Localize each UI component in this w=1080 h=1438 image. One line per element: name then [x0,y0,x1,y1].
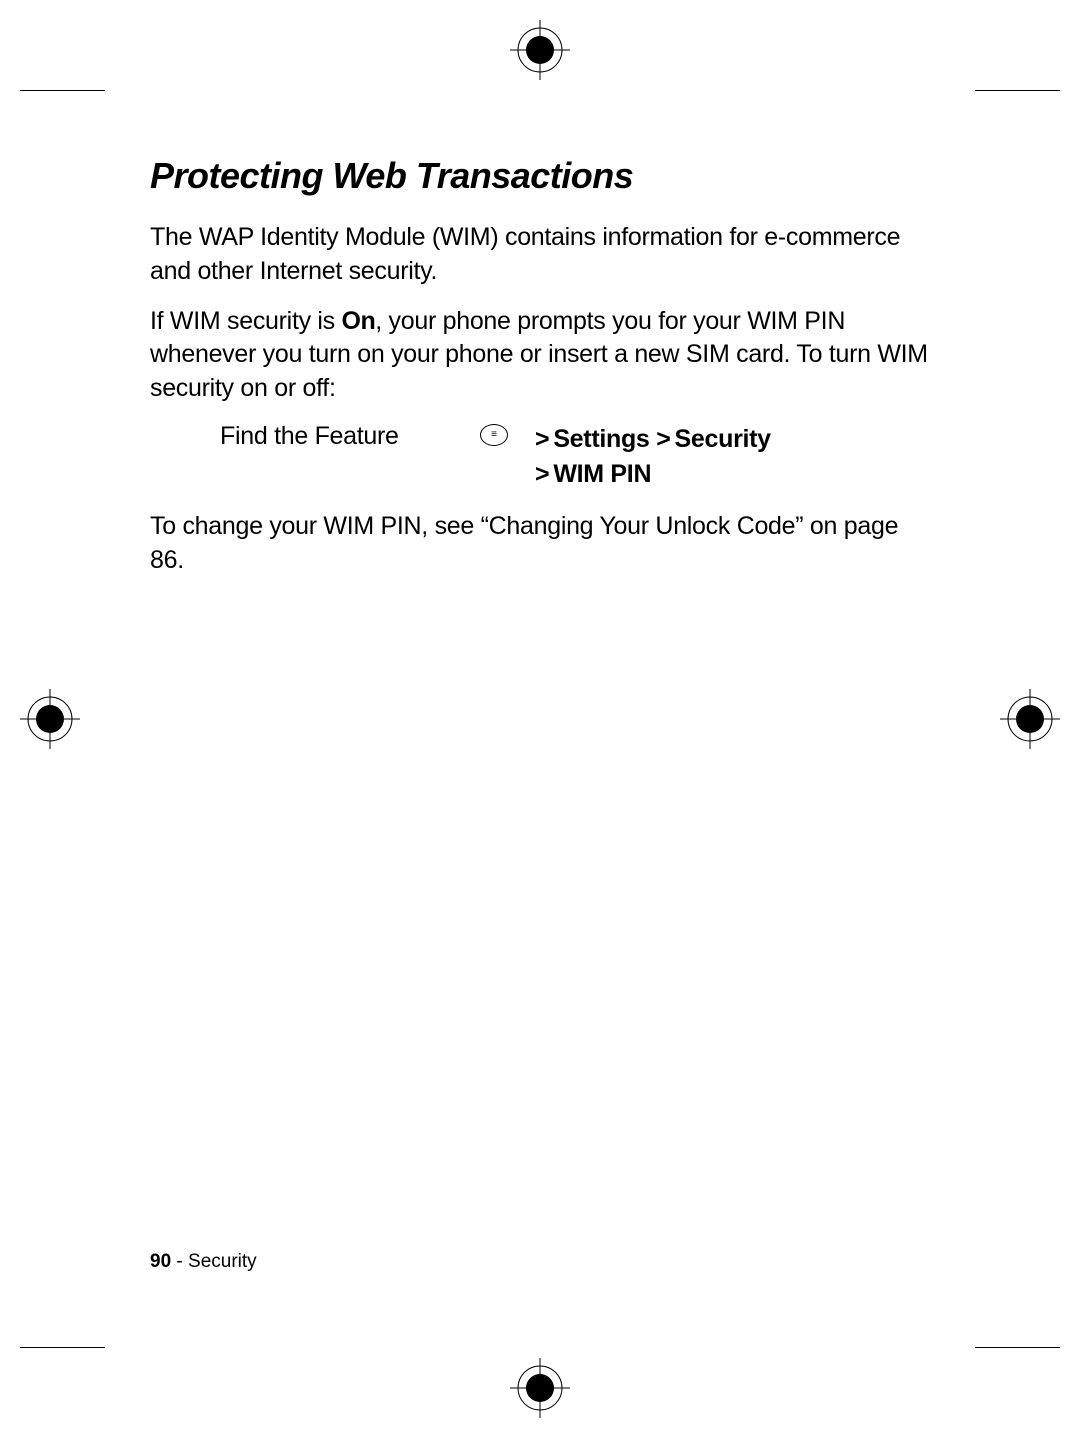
footer-separator: - [171,1251,188,1272]
crop-mark-icon [975,1347,1060,1348]
footer-section-name: Security [188,1251,257,1272]
menu-key-icon: ≡ [480,422,535,492]
crop-mark-icon [20,90,105,91]
paragraph: To change your WIM PIN, see “Changing Yo… [150,510,930,578]
find-the-feature-block: Find the Feature ≡ >Settings >Security >… [220,422,930,492]
crop-mark-icon [20,1347,105,1348]
inline-on-label: On [342,307,376,335]
crop-mark-icon [975,90,1060,91]
menu-path-security: Security [675,425,771,453]
registration-mark-top-icon [510,20,570,80]
paragraph: If WIM security is On, your phone prompt… [150,305,930,406]
page-content: Protecting Web Transactions The WAP Iden… [150,155,930,593]
page-footer: 90 - Security [150,1251,257,1273]
page-number: 90 [150,1251,171,1272]
registration-mark-bottom-icon [510,1358,570,1418]
paragraph: The WAP Identity Module (WIM) contains i… [150,221,930,289]
section-heading: Protecting Web Transactions [150,155,930,197]
text-fragment: If WIM security is [150,307,342,335]
registration-mark-left-icon [20,689,80,749]
menu-path-wim-pin: WIM PIN [553,460,651,488]
feature-label: Find the Feature [220,422,480,492]
menu-path: >Settings >Security >WIM PIN [535,422,771,492]
registration-mark-right-icon [1000,689,1060,749]
menu-path-settings: Settings [553,425,649,453]
